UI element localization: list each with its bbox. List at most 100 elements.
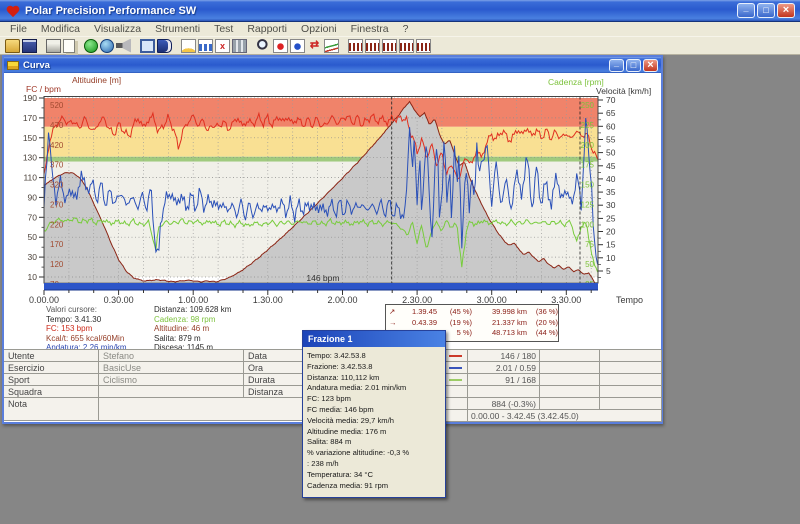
svg-text:1.00.00: 1.00.00	[178, 295, 208, 305]
print-icon[interactable]	[46, 39, 61, 53]
zoom-icon[interactable]	[256, 39, 271, 53]
curva-titlebar[interactable]: Curva	[4, 57, 661, 73]
toolbar-separator	[76, 39, 83, 53]
chart-red-marker-icon[interactable]	[273, 39, 288, 53]
multi-curve-icon[interactable]	[324, 39, 339, 53]
field-value[interactable]: Stefano	[99, 350, 244, 362]
menu-item-opzioni[interactable]: Opzioni	[294, 23, 344, 35]
summary-table: 146 / 1802.01 / 0.5991 / 168884 (-0.3%)0…	[443, 349, 661, 422]
cursor-value-line: Salita: 879 m	[154, 334, 284, 344]
popup-stat-line: Altitudine media: 176 m	[307, 427, 442, 438]
menu-item-finestra[interactable]: Finestra	[344, 23, 396, 35]
app-logo-heart-icon	[6, 6, 20, 18]
svg-text:270: 270	[50, 200, 64, 209]
summary-value	[468, 386, 540, 398]
cursor-value-line: Distanza: 109.628 km	[154, 305, 284, 315]
menu-item-rapporti[interactable]: Rapporti	[240, 23, 294, 35]
series-dash-icon	[444, 350, 468, 362]
cursor-value-line: Tempo: 3.41.30	[46, 315, 156, 325]
svg-text:170: 170	[23, 113, 37, 123]
titlebar: Polar Precision Performance SW	[0, 0, 800, 22]
record-icon[interactable]	[84, 39, 98, 53]
curva-maximize-button[interactable]	[626, 59, 641, 72]
chart-blue-marker-icon[interactable]	[290, 39, 305, 53]
summary-value	[540, 350, 600, 362]
svg-text:125: 125	[581, 200, 595, 209]
svg-text:50: 50	[28, 232, 38, 242]
curva-chart[interactable]: 5202501904702251704202001503701751303201…	[4, 93, 661, 305]
tooltip-row: →0.43.39(19 %)21.337 km(20 %)	[389, 318, 555, 329]
toolbar-separator	[132, 39, 139, 53]
series-dash-icon	[444, 374, 468, 386]
popup-stat-line: : 238 m/h	[307, 459, 442, 470]
summary-value	[540, 362, 600, 374]
speaker-icon[interactable]	[116, 39, 131, 53]
hr-view-5-icon[interactable]	[416, 39, 431, 53]
frazione-popup-titlebar[interactable]: Frazione 1	[303, 331, 445, 347]
cursor-value-line: Valori cursore:	[46, 305, 156, 315]
svg-text:45: 45	[606, 161, 616, 171]
curva-minimize-button[interactable]	[609, 59, 624, 72]
tooltip-row: ↗1.39.45(45 %)39.998 km(36 %)	[389, 307, 555, 318]
minimize-button[interactable]	[737, 3, 755, 18]
copy-icon[interactable]	[63, 39, 75, 53]
save-icon[interactable]	[22, 39, 37, 53]
monitor-icon[interactable]	[140, 39, 155, 53]
svg-text:370: 370	[50, 161, 64, 170]
export-chart-icon[interactable]	[215, 39, 230, 53]
svg-text:170: 170	[50, 240, 64, 249]
close-button[interactable]	[777, 3, 795, 18]
popup-stat-line: FC media: 146 bpm	[307, 405, 442, 416]
svg-text:5: 5	[606, 266, 611, 276]
diary-icon[interactable]	[157, 39, 172, 53]
field-value[interactable]: Ciclismo	[99, 374, 244, 386]
swap-icon[interactable]: ⇄	[307, 39, 322, 53]
field-value[interactable]	[99, 386, 244, 398]
area-chart-icon[interactable]	[181, 39, 196, 53]
hr-view-1-icon[interactable]	[348, 39, 363, 53]
window-controls	[737, 3, 795, 18]
menu-item-test[interactable]: Test	[207, 23, 240, 35]
field-value[interactable]: BasicUse	[99, 362, 244, 374]
svg-text:320: 320	[50, 181, 64, 190]
menu-item-modifica[interactable]: Modifica	[34, 23, 87, 35]
curva-close-button[interactable]	[643, 59, 658, 72]
popup-stat-line: FC: 123 bpm	[307, 394, 442, 405]
popup-stat-line: Frazione: 3.42.53.8	[307, 362, 442, 373]
hr-view-2-icon[interactable]	[365, 39, 380, 53]
menu-item-visualizza[interactable]: Visualizza	[87, 23, 148, 35]
globe-icon[interactable]	[100, 39, 114, 53]
svg-text:250: 250	[581, 101, 595, 110]
summary-value	[600, 362, 662, 374]
menu-item-help[interactable]: ?	[396, 23, 416, 35]
hr-view-3-icon[interactable]	[382, 39, 397, 53]
svg-text:55: 55	[606, 135, 616, 145]
open-icon[interactable]	[5, 39, 20, 53]
restore-button[interactable]	[757, 3, 775, 18]
svg-text:70: 70	[606, 95, 616, 105]
cursor-values-col2: Distanza: 109.628 kmCadenza: 98 rpmAltit…	[154, 305, 284, 353]
popup-stat-line: Tempo: 3.42.53.8	[307, 351, 442, 362]
columns-icon[interactable]	[232, 39, 247, 53]
menu-item-strumenti[interactable]: Strumenti	[148, 23, 207, 35]
popup-stat-line: % variazione altitudine: -0,3 %	[307, 448, 442, 459]
hr-view-4-icon[interactable]	[399, 39, 414, 53]
svg-text:40: 40	[606, 174, 616, 184]
summary-value	[600, 374, 662, 386]
svg-text:30: 30	[606, 200, 616, 210]
summary-value	[540, 374, 600, 386]
menu-item-file[interactable]: File	[3, 23, 34, 35]
toolbar: ⇄	[0, 37, 800, 55]
svg-text:20: 20	[606, 227, 616, 237]
summary-row	[444, 386, 661, 398]
summary-value: 884 (-0.3%)	[468, 398, 540, 410]
svg-text:120: 120	[50, 260, 64, 269]
summary-value: 91 / 168	[468, 374, 540, 386]
series-dash-icon	[444, 386, 468, 398]
toolbar-separator	[248, 39, 255, 53]
bar-chart-icon[interactable]	[198, 39, 213, 53]
svg-text:420: 420	[50, 141, 64, 150]
frazione-popup[interactable]: Frazione 1 Tempo: 3.42.53.8Frazione: 3.4…	[302, 330, 446, 498]
summary-value	[540, 398, 600, 410]
altitude-axis-title: Altitudine [m]	[72, 75, 121, 85]
